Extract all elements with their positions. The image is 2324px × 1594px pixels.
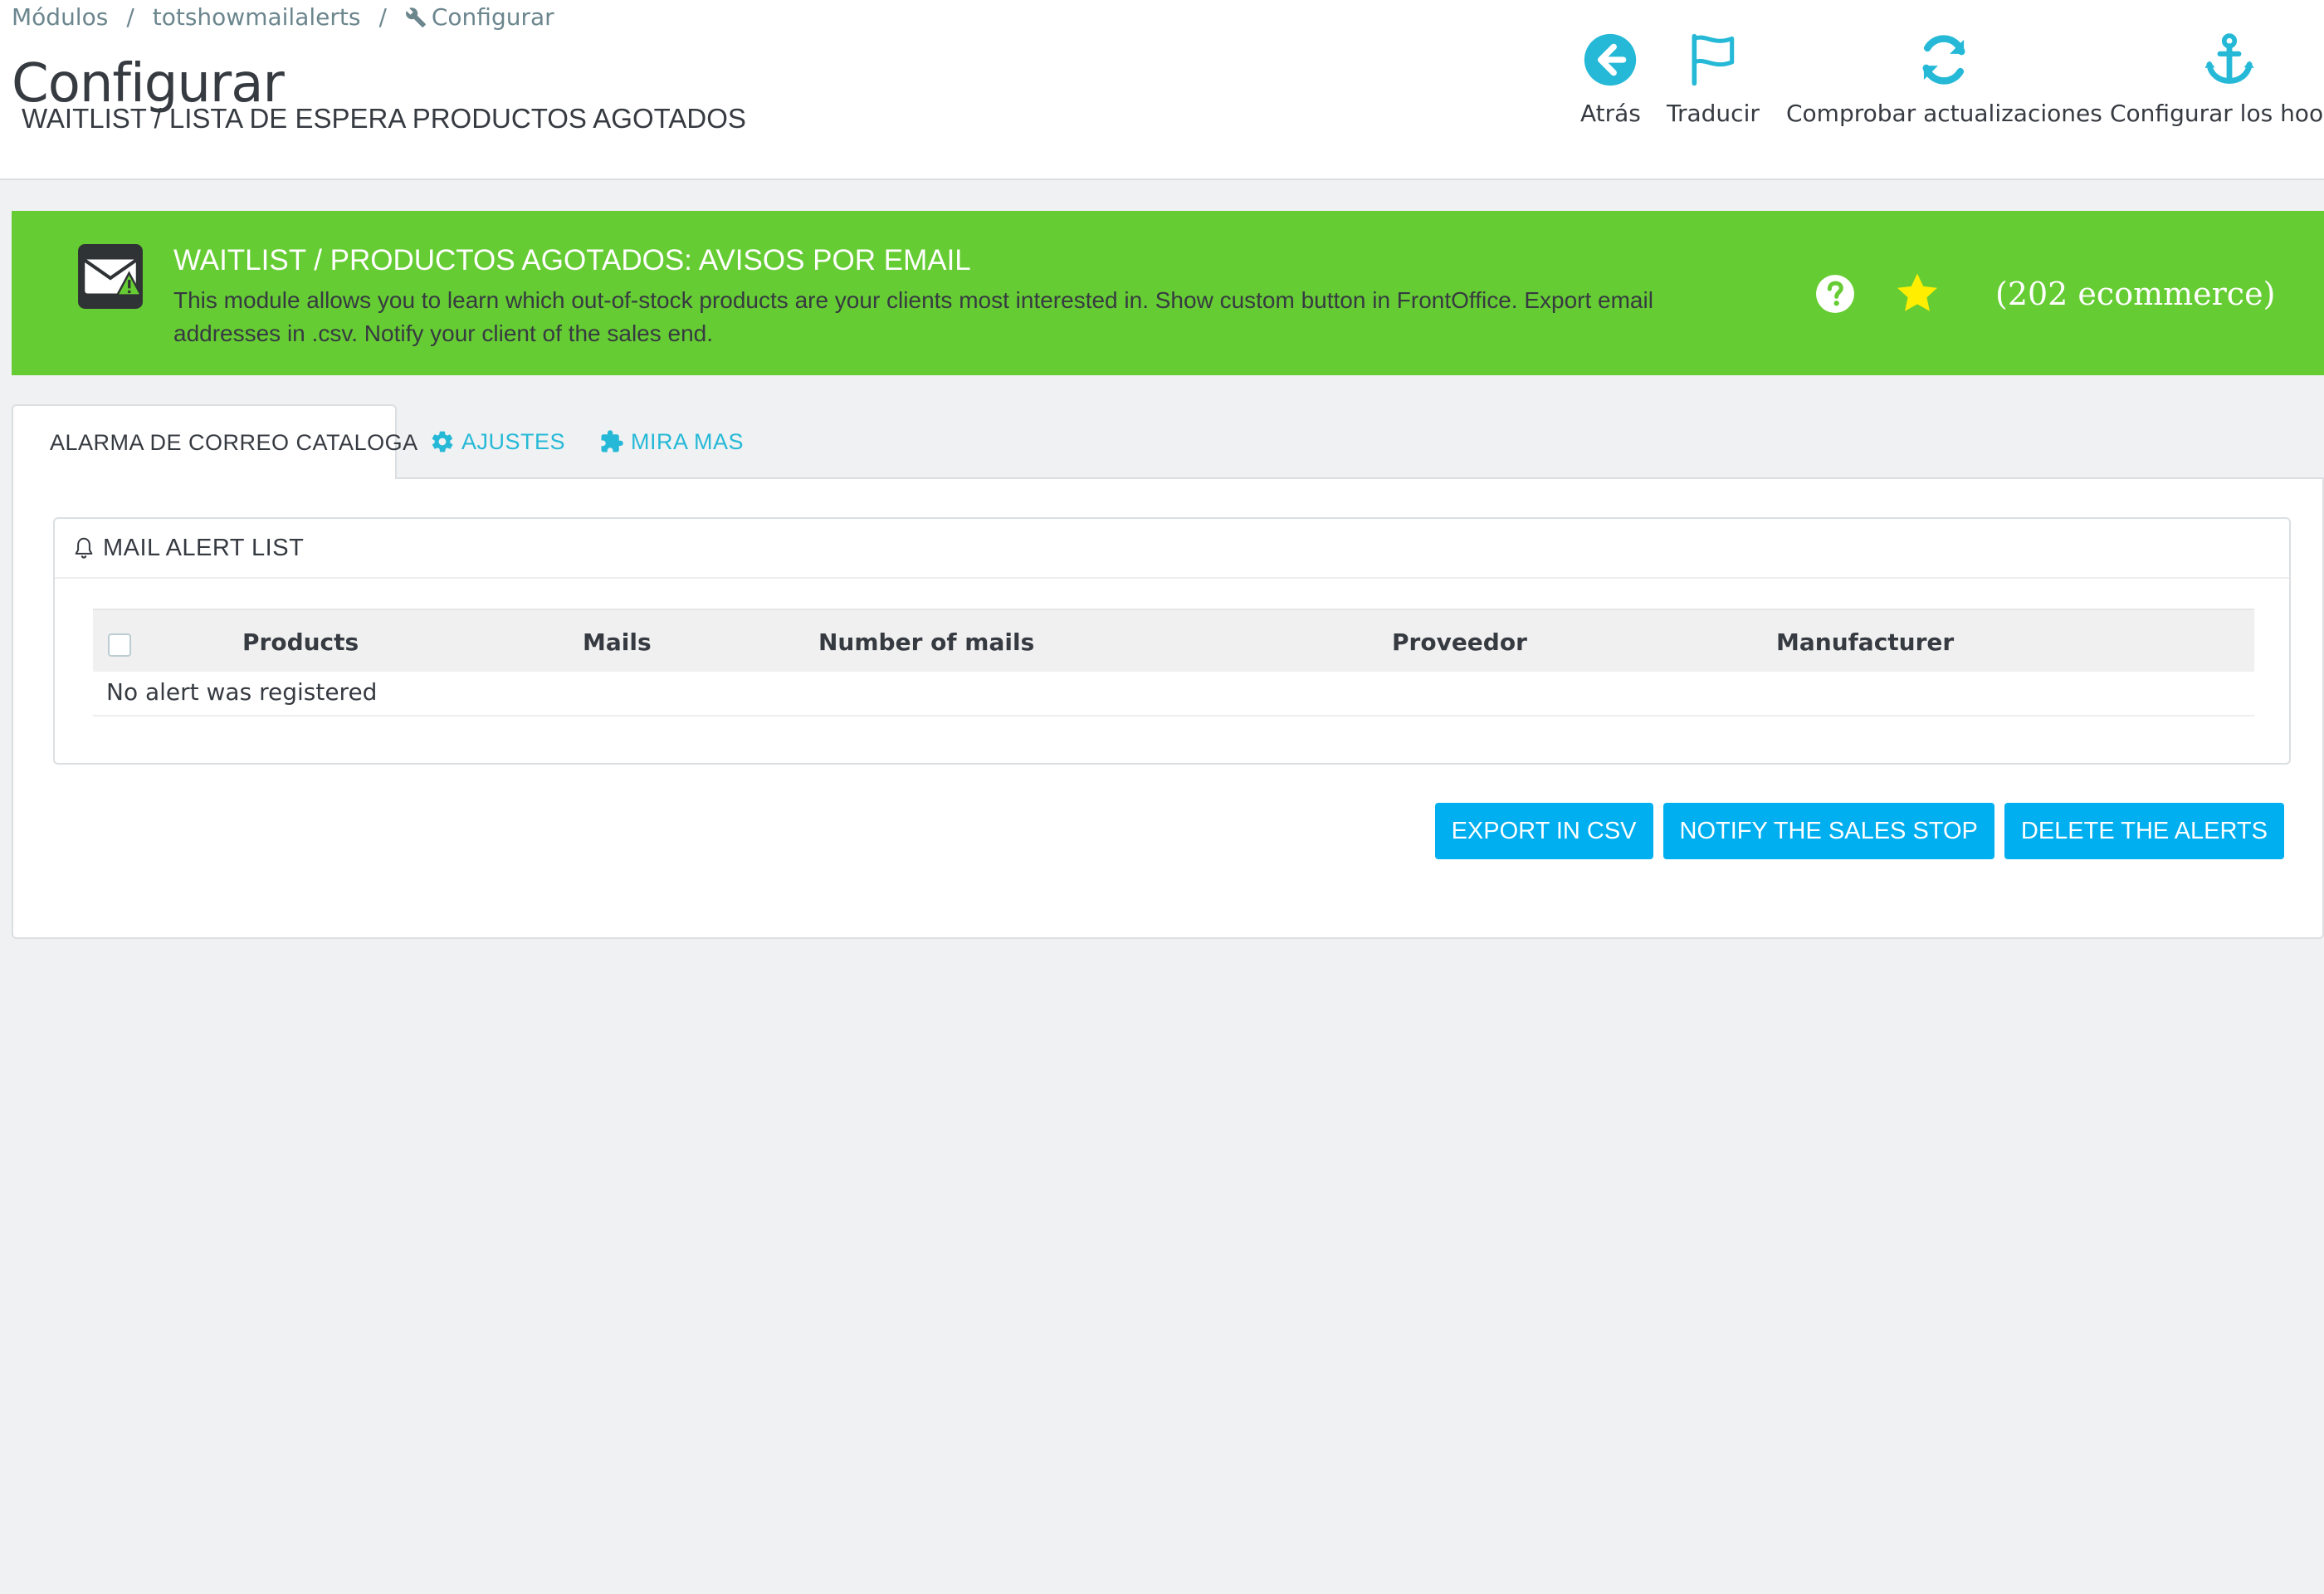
page-header: Módulos / totshowmailalerts / Configurar… <box>0 0 2324 180</box>
refresh-icon <box>1922 35 1965 85</box>
tab-see-more[interactable]: MIRA MAS <box>599 404 744 479</box>
breadcrumb-module[interactable]: totshowmailalerts <box>153 3 361 31</box>
select-all-checkbox[interactable] <box>108 633 131 657</box>
puzzle-icon <box>601 430 623 452</box>
translate-button[interactable]: Traducir <box>1667 32 1760 127</box>
mail-alert-logo <box>78 244 143 309</box>
mail-alert-panel: MAIL ALERT LIST Products Mails Number of… <box>53 517 2291 765</box>
back-label: Atrás <box>1580 100 1641 127</box>
check-updates-button[interactable]: Comprobar actualizaciones <box>1786 32 2102 127</box>
module-tabs: ALARMA DE CORREO CATALOGA AJUSTES MIRA M… <box>12 404 2324 481</box>
column-header-mails[interactable]: Mails <box>583 628 652 656</box>
check-updates-label: Comprobar actualizaciones <box>1786 100 2102 127</box>
column-header-products[interactable]: Products <box>242 628 359 656</box>
breadcrumb-modules[interactable]: Módulos <box>12 3 108 31</box>
panel-heading: MAIL ALERT LIST <box>55 519 2289 579</box>
export-csv-button[interactable]: EXPORT IN CSV <box>1434 803 1653 859</box>
gear-icon <box>432 431 453 452</box>
breadcrumb-separator: / <box>378 3 387 31</box>
column-header-number-of-mails[interactable]: Number of mails <box>818 628 1034 656</box>
wrench-icon <box>405 7 426 27</box>
tab-mail-alarm[interactable]: ALARMA DE CORREO CATALOGA <box>12 404 417 481</box>
breadcrumb-separator: / <box>126 3 134 31</box>
column-header-supplier[interactable]: Proveedor <box>1392 628 1527 656</box>
help-icon[interactable] <box>1814 273 1856 315</box>
flag-icon <box>1692 33 1735 86</box>
tab-label: ALARMA DE CORREO CATALOGA <box>50 429 418 455</box>
tab-label: AJUSTES <box>461 428 566 454</box>
delete-alerts-button[interactable]: DELETE THE ALERTS <box>2004 803 2284 859</box>
bell-icon <box>75 537 93 559</box>
tab-settings[interactable]: AJUSTES <box>430 404 565 479</box>
banner-description: This module allows you to learn which ou… <box>173 287 1653 346</box>
page-subtitle: WAITLIST / LISTA DE ESPERA PRODUCTOS AGO… <box>22 103 746 134</box>
breadcrumb-current: Configurar <box>431 3 554 31</box>
tab-label: MIRA MAS <box>631 428 745 454</box>
star-icon[interactable] <box>1894 271 1941 317</box>
notify-sales-stop-button[interactable]: NOTIFY THE SALES STOP <box>1662 803 1994 859</box>
anchor-icon <box>2204 33 2254 84</box>
module-banner: WAITLIST / PRODUCTOS AGOTADOS: AVISOS PO… <box>12 211 2324 375</box>
configure-hooks-label: Configurar los hooks <box>2110 100 2324 127</box>
ecommerce-count[interactable]: (202 ecommerce) <box>1995 276 2275 312</box>
translate-label: Traducir <box>1667 100 1760 127</box>
arrow-left-circle-icon <box>1584 33 1637 86</box>
action-buttons: EXPORT IN CSV NOTIFY THE SALES STOP DELE… <box>1434 803 2284 859</box>
breadcrumb: Módulos / totshowmailalerts / Configurar <box>12 3 554 31</box>
column-header-manufacturer[interactable]: Manufacturer <box>1776 628 1954 656</box>
configure-hooks-button[interactable]: Configurar los hooks <box>2110 32 2324 127</box>
table-row: No alert was registered <box>93 672 2254 716</box>
mail-alert-table: Products Mails Number of mails Proveedor… <box>93 609 2254 716</box>
table-header: Products Mails Number of mails Proveedor… <box>93 609 2254 672</box>
banner-title: WAITLIST / PRODUCTOS AGOTADOS: AVISOS PO… <box>173 244 971 276</box>
panel-title: MAIL ALERT LIST <box>103 534 305 561</box>
back-button[interactable]: Atrás <box>1580 32 1641 127</box>
tab-panel: MAIL ALERT LIST Products Mails Number of… <box>12 479 2324 939</box>
empty-message: No alert was registered <box>106 678 378 706</box>
